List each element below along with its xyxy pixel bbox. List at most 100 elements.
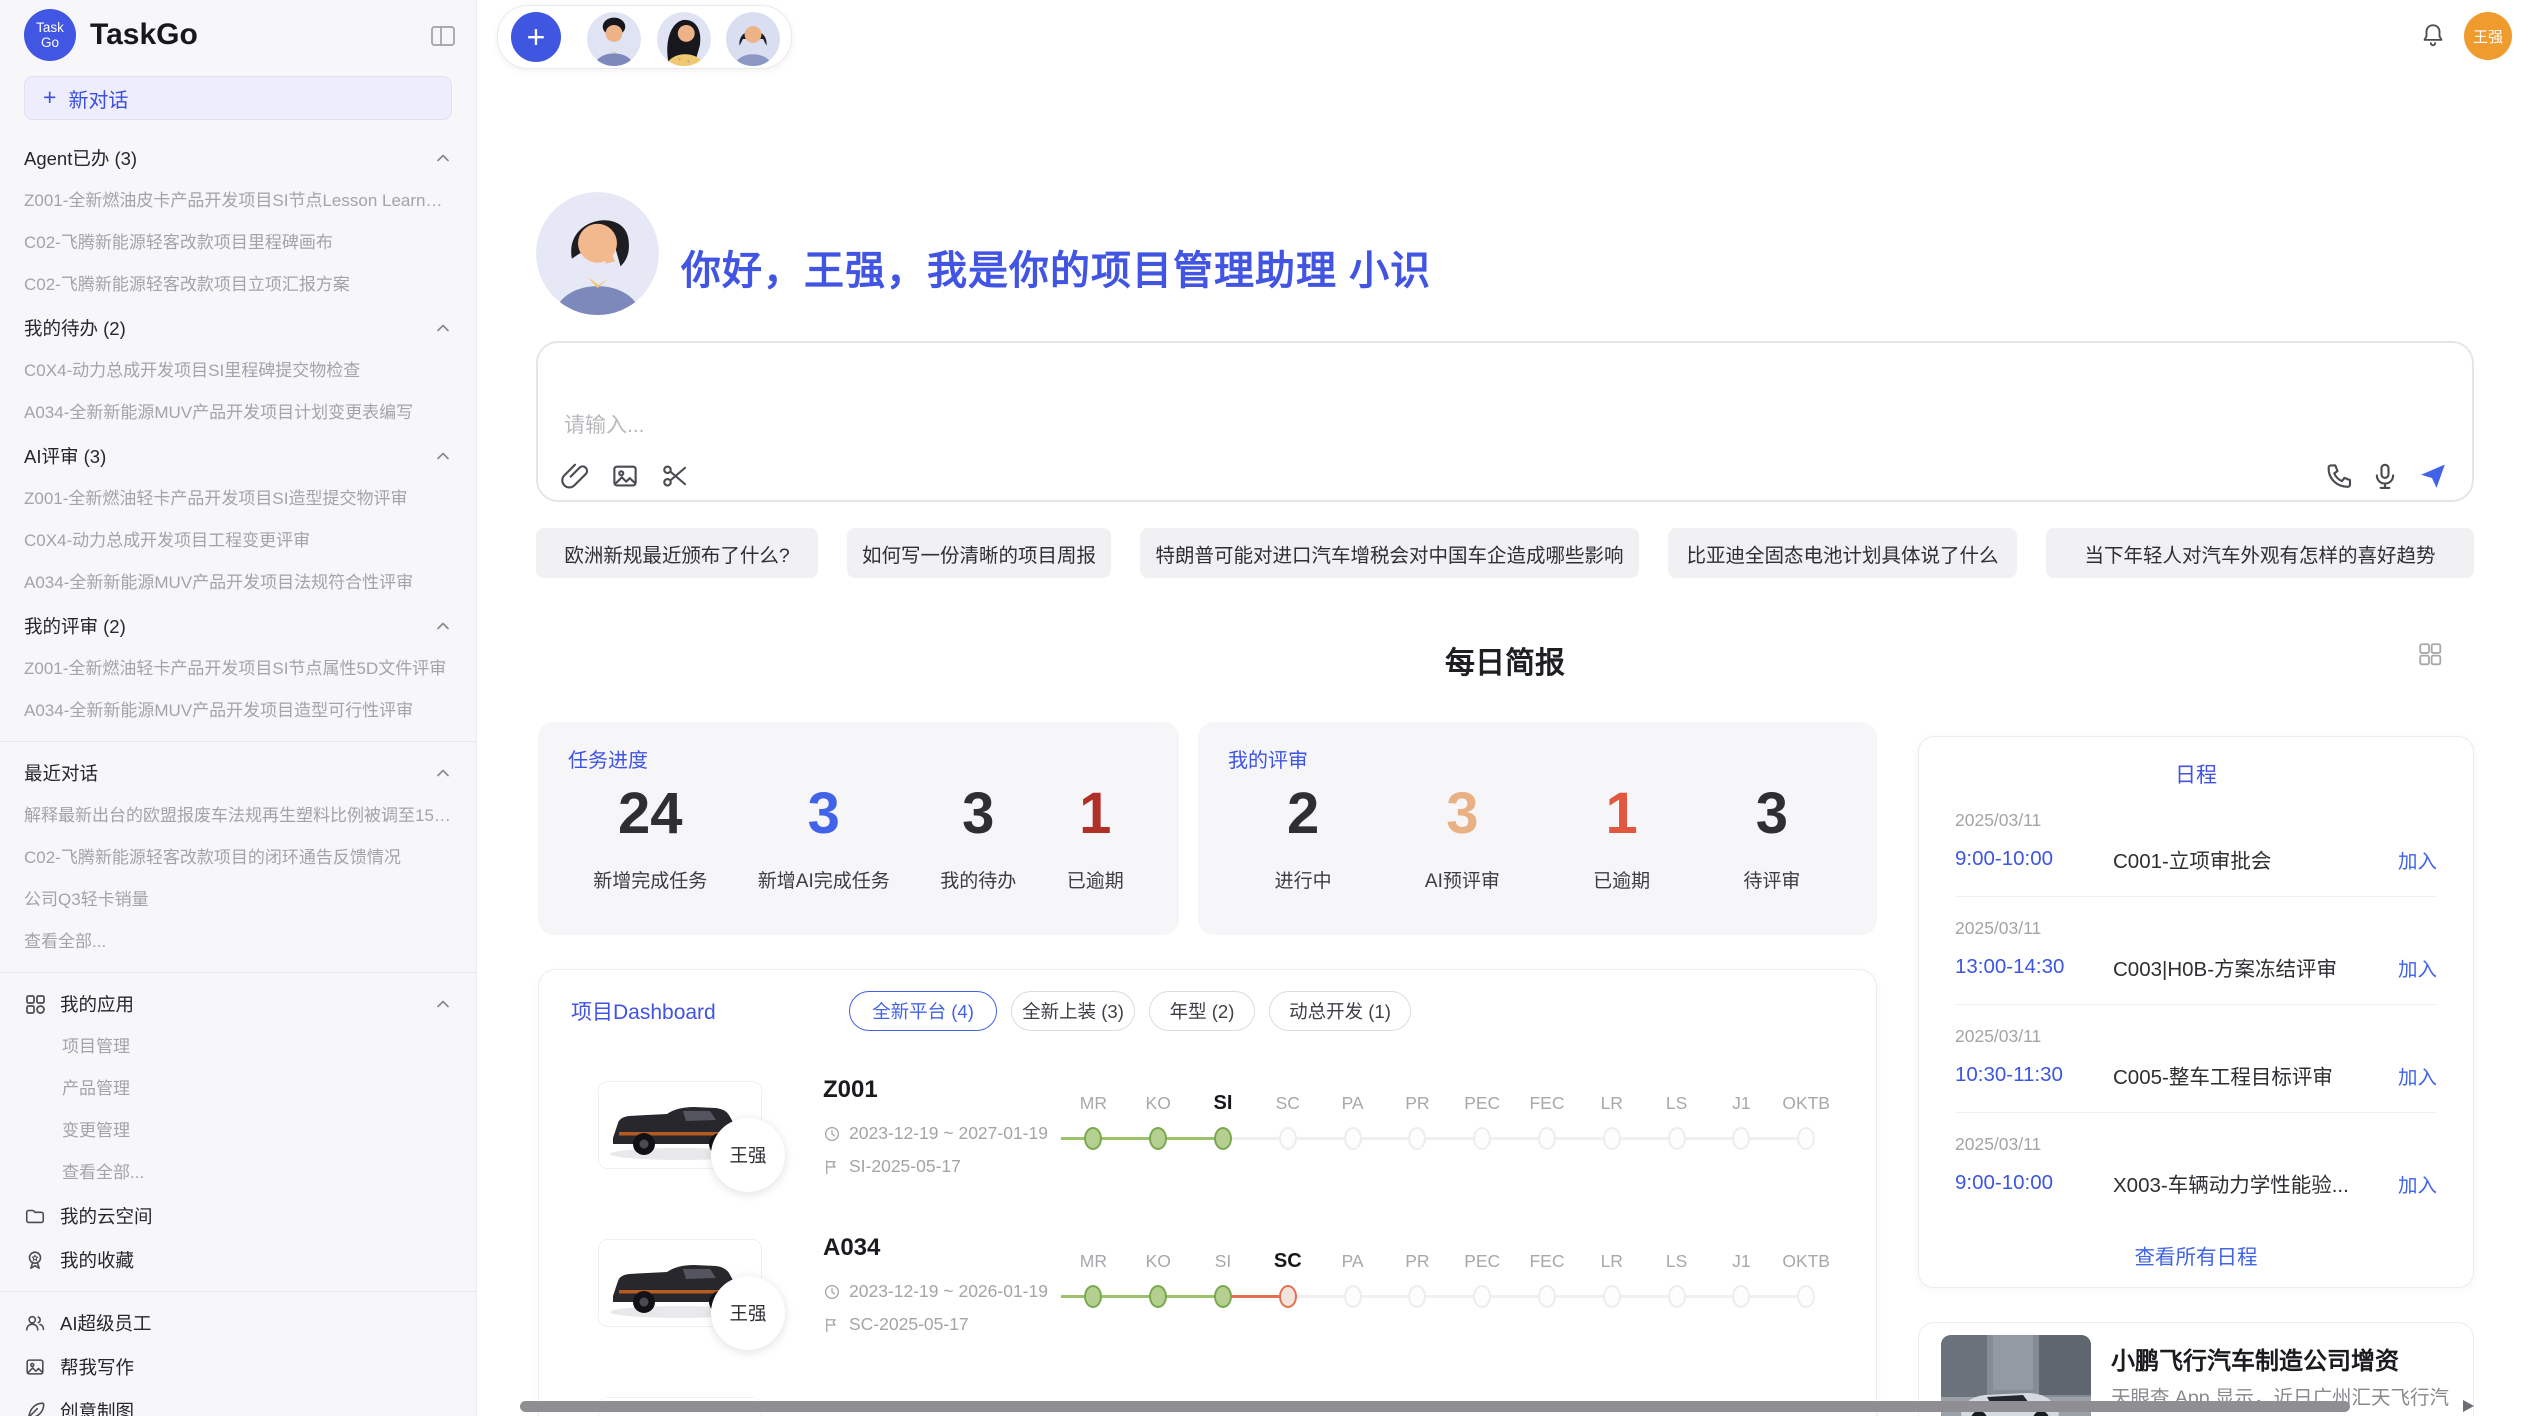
join-link[interactable]: 加入	[2398, 1061, 2437, 1090]
join-link[interactable]: 加入	[2398, 845, 2437, 874]
sidebar-item[interactable]: Z001-全新燃油轻卡产品开发项目SI节点属性5D文件评审	[0, 648, 476, 690]
project-code: Z001	[823, 1076, 878, 1104]
sidebar-item[interactable]: C0X4-动力总成开发项目工程变更评审	[0, 520, 476, 562]
sidebar-item[interactable]: Z001-全新燃油皮卡产品开发项目SI节点Lesson Learn报告	[0, 180, 476, 222]
milestone-timeline: MR KO SI SC PA PR PEC FEC LR LS J1 OKTB	[1061, 1088, 1839, 1152]
user-avatar[interactable]: 王强	[2464, 12, 2512, 60]
milestone-dot-done	[1149, 1127, 1167, 1150]
chat-input[interactable]: 请输入...	[536, 341, 2474, 502]
view-all-apps[interactable]: 查看全部...	[0, 1152, 476, 1194]
dashboard-title: 项目Dashboard	[571, 996, 716, 1026]
app-title: TaskGo	[90, 18, 198, 52]
app-link-product-mgmt[interactable]: 产品管理	[0, 1068, 476, 1110]
schedule-name: X003-车辆动力学性能验...	[2113, 1168, 2398, 1198]
join-link[interactable]: 加入	[2398, 953, 2437, 982]
sidebar-item-favorites[interactable]: 我的收藏	[0, 1238, 476, 1282]
phone-call-icon[interactable]	[2324, 461, 2354, 491]
microphone-icon[interactable]	[2370, 461, 2400, 491]
suggestion-chips: 欧洲新规最近颁布了什么? 如何写一份清晰的项目周报 特朗普可能对进口汽车增税会对…	[536, 528, 2474, 578]
chevron-up-icon	[434, 447, 452, 465]
new-chat-button[interactable]: + 新对话	[24, 76, 452, 120]
view-all-chats[interactable]: 查看全部...	[0, 921, 476, 963]
view-all-schedule-link[interactable]: 查看所有日程	[1955, 1240, 2437, 1270]
tab-year-model[interactable]: 年型 (2)	[1149, 991, 1255, 1031]
sidebar-item[interactable]: C02-飞腾新能源轻客改款项目里程碑画布	[0, 222, 476, 264]
sidebar-item[interactable]: Z001-全新燃油轻卡产品开发项目SI造型提交物评审	[0, 478, 476, 520]
sidebar-collapse-icon[interactable]	[430, 24, 456, 48]
recent-chat-item[interactable]: 解释最新出台的欧盟报废车法规再生塑料比例被调至15%...	[0, 795, 476, 837]
milestone-label: PR	[1385, 1246, 1450, 1276]
notification-bell-icon[interactable]	[2420, 22, 2446, 48]
recent-chat-item[interactable]: 公司Q3轻卡销量	[0, 879, 476, 921]
sidebar-item-my-apps[interactable]: 我的应用	[0, 982, 476, 1026]
sidebar-item[interactable]: A034-全新新能源MUV产品开发项目法规符合性评审	[0, 562, 476, 604]
schedule-entry: 9:00-10:00 C001-立项审批会 加入	[1955, 844, 2437, 874]
milestone-dot-future	[1344, 1285, 1362, 1308]
suggestion-chip[interactable]: 欧洲新规最近颁布了什么?	[536, 528, 818, 578]
medal-star-icon	[24, 1249, 46, 1271]
attachment-icon[interactable]	[560, 461, 590, 491]
section-header-agent-done[interactable]: Agent已办 (3)	[0, 136, 476, 180]
flag-icon	[823, 1158, 841, 1176]
milestone-label: PA	[1320, 1088, 1385, 1118]
project-owner-badge: 王强	[711, 1276, 785, 1350]
card-title: 我的评审	[1228, 744, 1308, 773]
sidebar-item-creative-draw[interactable]: 创意制图	[0, 1389, 476, 1416]
milestone-label-current: SI	[1191, 1088, 1256, 1118]
section-header-my-review[interactable]: 我的评审 (2)	[0, 604, 476, 648]
input-placeholder: 请输入...	[564, 409, 645, 439]
sidebar-item[interactable]: A034-全新新能源MUV产品开发项目造型可行性评审	[0, 690, 476, 732]
folder-icon	[24, 1205, 46, 1227]
add-conversation-button[interactable]: +	[511, 12, 561, 62]
milestone-label: LS	[1644, 1088, 1709, 1118]
section-header-ai-review[interactable]: AI评审 (3)	[0, 434, 476, 478]
join-link[interactable]: 加入	[2398, 1169, 2437, 1198]
tab-all-new-platform[interactable]: 全新平台 (4)	[849, 991, 997, 1031]
help-write-label: 帮我写作	[60, 1354, 134, 1380]
section-title: 我的待办 (2)	[24, 315, 126, 341]
section-header-my-todo[interactable]: 我的待办 (2)	[0, 306, 476, 350]
send-icon[interactable]	[2418, 461, 2448, 491]
logo-text-top: Task	[36, 20, 64, 35]
sidebar-item[interactable]: C02-飞腾新能源轻客改款项目立项汇报方案	[0, 264, 476, 306]
tab-new-body[interactable]: 全新上装 (3)	[1011, 991, 1135, 1031]
suggestion-chip[interactable]: 比亚迪全固态电池计划具体说了什么	[1668, 528, 2017, 578]
schedule-name: C003|H0B-方案冻结评审	[2113, 952, 2398, 982]
sidebar-header: Task Go TaskGo	[0, 0, 476, 70]
suggestion-chip[interactable]: 如何写一份清晰的项目周报	[847, 528, 1111, 578]
avatar[interactable]	[585, 10, 643, 68]
milestone-label: J1	[1709, 1088, 1774, 1118]
cloud-space-label: 我的云空间	[60, 1203, 153, 1229]
sidebar: Task Go TaskGo + 新对话 Agent已办 (3) Z001-全新…	[0, 0, 477, 1416]
scrollbar-right-arrow[interactable]	[2463, 1400, 2474, 1412]
conversation-switcher: +	[497, 5, 792, 69]
schedule-card: 日程 2025/03/11 9:00-10:00 C001-立项审批会 加入 2…	[1918, 736, 2474, 1288]
avatar[interactable]	[655, 10, 713, 68]
image-upload-icon[interactable]	[610, 461, 640, 491]
image-icon	[24, 1356, 46, 1378]
suggestion-chip[interactable]: 当下年轻人对汽车外观有怎样的喜好趋势	[2046, 528, 2474, 578]
sidebar-item-help-write[interactable]: 帮我写作	[0, 1345, 476, 1389]
schedule-date: 2025/03/11	[1955, 1026, 2437, 1047]
app-link-change-mgmt[interactable]: 变更管理	[0, 1110, 476, 1152]
chevron-up-icon	[434, 319, 452, 337]
schedule-time: 9:00-10:00	[1955, 1171, 2113, 1195]
sidebar-item-ai-staff[interactable]: AI超级员工	[0, 1301, 476, 1345]
scissors-icon[interactable]	[660, 461, 690, 491]
sidebar-item[interactable]: A034-全新新能源MUV产品开发项目计划变更表编写	[0, 392, 476, 434]
app-logo: Task Go	[24, 9, 76, 61]
flag-icon	[823, 1316, 841, 1334]
avatar[interactable]	[724, 10, 782, 68]
layout-grid-icon[interactable]	[2417, 641, 2443, 667]
app-link-project-mgmt[interactable]: 项目管理	[0, 1026, 476, 1068]
scrollbar-thumb[interactable]	[520, 1401, 2350, 1412]
sidebar-item[interactable]: C0X4-动力总成开发项目SI里程碑提交物检查	[0, 350, 476, 392]
assistant-avatar	[536, 192, 659, 315]
milestone-label: PR	[1385, 1088, 1450, 1118]
suggestion-chip[interactable]: 特朗普可能对进口汽车增税会对中国车企造成哪些影响	[1140, 528, 1639, 578]
section-header-recent-chats[interactable]: 最近对话	[0, 751, 476, 795]
recent-chat-item[interactable]: C02-飞腾新能源轻客改款项目的闭环通告反馈情况	[0, 837, 476, 879]
sidebar-item-cloud-space[interactable]: 我的云空间	[0, 1194, 476, 1238]
stat-my-todo: 3 我的待办	[940, 784, 1016, 893]
tab-powertrain-dev[interactable]: 动总开发 (1)	[1269, 991, 1411, 1031]
